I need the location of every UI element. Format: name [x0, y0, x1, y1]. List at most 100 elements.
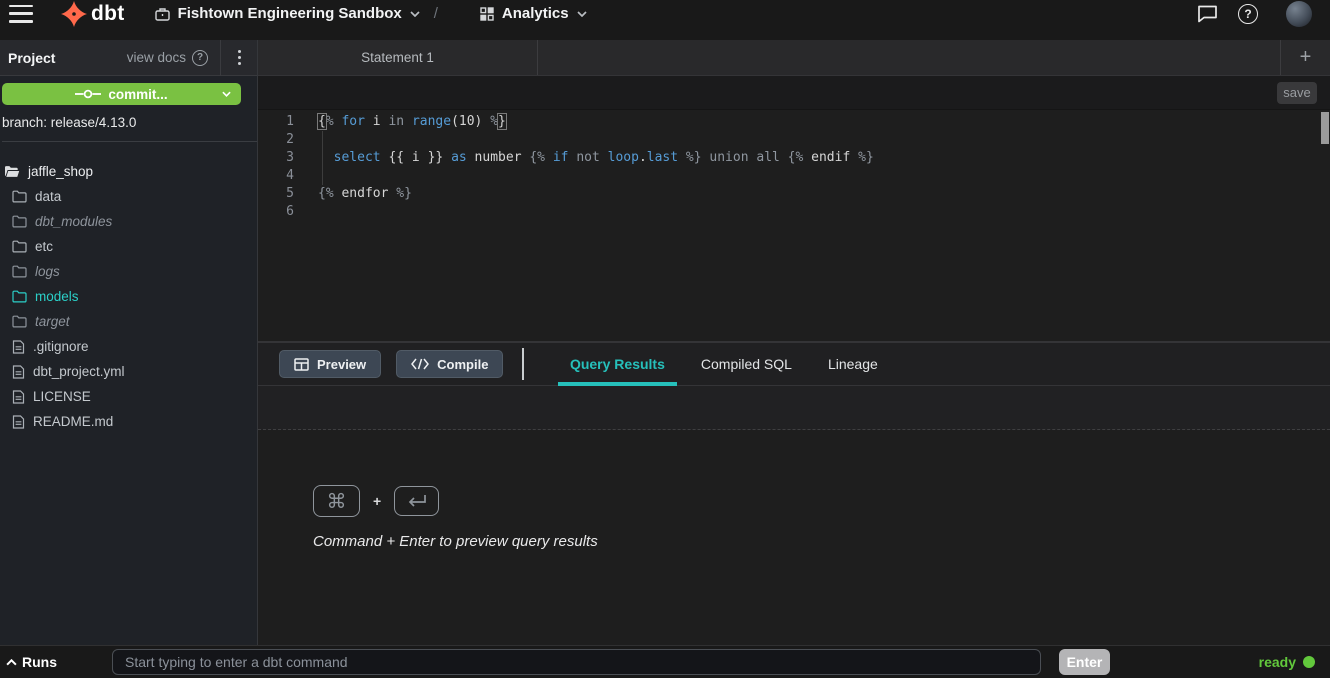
- sidebar-item-models[interactable]: models: [0, 284, 257, 309]
- code-line-6[interactable]: [318, 203, 874, 221]
- sidebar-item-jaffle-shop[interactable]: jaffle_shop: [0, 159, 257, 184]
- file-tree: jaffle_shopdata dbt_modulesetc logs models t…: [0, 159, 257, 434]
- tab-query-results[interactable]: Query Results: [558, 343, 677, 385]
- dbt-logo: dbt: [61, 1, 125, 27]
- shortcut-hint-text: Command + Enter to preview query results: [313, 533, 598, 550]
- view-docs-help-icon: ?: [192, 50, 208, 66]
- shortcut-hint: ⌘ + Command + Enter to preview query res…: [313, 485, 598, 550]
- file-icon: [12, 415, 25, 429]
- sidebar-item-gitignore[interactable]: .gitignore: [0, 334, 257, 359]
- account-switcher[interactable]: Fishtown Engineering Sandbox: [155, 5, 420, 22]
- toolbar-divider: [522, 348, 524, 380]
- tab-statement-1[interactable]: Statement 1: [258, 40, 538, 75]
- line-number-gutter: 123456: [258, 110, 294, 341]
- code-brackets-icon: [411, 358, 429, 370]
- branch-label: branch: release/4.13.0: [2, 115, 257, 142]
- line-number: 3: [258, 149, 294, 167]
- help-icon[interactable]: ?: [1238, 4, 1258, 24]
- preview-button[interactable]: Preview: [279, 350, 381, 378]
- plus-separator: +: [373, 493, 381, 509]
- results-tabs: Query Results Compiled SQL Lineage: [552, 343, 896, 385]
- code-line-5[interactable]: {% endfor %}: [318, 185, 874, 203]
- kebab-menu-icon[interactable]: [221, 50, 257, 65]
- project-switcher[interactable]: Analytics: [480, 5, 587, 22]
- sidebar-item-dbt-modules[interactable]: dbt_modules: [0, 209, 257, 234]
- runs-toggle[interactable]: Runs: [6, 654, 57, 670]
- indent-guide: [322, 131, 323, 185]
- code-content[interactable]: {% for i in range(10) %} select {{ i }} …: [294, 110, 874, 341]
- user-avatar[interactable]: [1286, 1, 1312, 27]
- sidebar-item-etc[interactable]: etc: [0, 234, 257, 259]
- tree-item-label: logs: [35, 264, 60, 279]
- tree-item-label: etc: [35, 239, 53, 254]
- dbt-command-input[interactable]: [112, 649, 1041, 675]
- sidebar-item-license[interactable]: LICENSE: [0, 384, 257, 409]
- tree-item-label: jaffle_shop: [28, 164, 93, 179]
- sidebar-item-dbt-project-yml[interactable]: dbt_project.yml: [0, 359, 257, 384]
- file-sidebar: Project view docs ? commit... branch: re…: [0, 40, 258, 645]
- compile-label: Compile: [437, 357, 488, 372]
- chevron-down-icon: [577, 11, 587, 17]
- line-number: 5: [258, 185, 294, 203]
- editor-area: Statement 1 + save 123456 {% for i in ra…: [258, 40, 1330, 645]
- enter-button[interactable]: Enter: [1059, 649, 1110, 675]
- view-docs-link[interactable]: view docs ?: [127, 50, 220, 66]
- sidebar-item-target[interactable]: target: [0, 309, 257, 334]
- folder-icon: [12, 265, 27, 278]
- status-label: ready: [1259, 654, 1296, 670]
- code-editor[interactable]: 123456 {% for i in range(10) %} select {…: [258, 110, 1330, 341]
- line-number: 1: [258, 113, 294, 131]
- compile-button[interactable]: Compile: [396, 350, 503, 378]
- tree-item-label: dbt_project.yml: [33, 364, 125, 379]
- dbt-logo-icon: [61, 1, 87, 27]
- tree-item-label: README.md: [33, 414, 113, 429]
- new-tab-button[interactable]: +: [1280, 40, 1330, 75]
- commit-label: commit...: [108, 87, 167, 102]
- folder-icon: [12, 215, 27, 228]
- tab-lineage[interactable]: Lineage: [816, 343, 890, 385]
- sidebar-item-data[interactable]: data: [0, 184, 257, 209]
- tree-item-label: dbt_modules: [35, 214, 112, 229]
- chevron-down-icon: [410, 11, 420, 17]
- chat-icon[interactable]: [1197, 4, 1218, 23]
- chevron-down-icon: [222, 91, 231, 97]
- hamburger-menu-icon[interactable]: [9, 5, 33, 23]
- project-name: Analytics: [502, 5, 569, 22]
- line-number: 4: [258, 167, 294, 185]
- editor-scrollbar[interactable]: [1321, 112, 1329, 144]
- connection-status: ready: [1259, 654, 1315, 670]
- runs-label: Runs: [22, 654, 57, 670]
- enter-key-icon: [394, 486, 439, 516]
- status-bar: Runs Enter ready: [0, 645, 1330, 678]
- line-number: 2: [258, 131, 294, 149]
- file-icon: [12, 365, 25, 379]
- file-icon: [12, 390, 25, 404]
- folder-icon: [12, 190, 27, 203]
- breadcrumb-separator: /: [434, 5, 438, 22]
- tree-item-label: LICENSE: [33, 389, 91, 404]
- code-line-4[interactable]: [318, 167, 874, 185]
- sidebar-item-readme-md[interactable]: README.md: [0, 409, 257, 434]
- tree-item-label: .gitignore: [33, 339, 89, 354]
- logo-text: dbt: [91, 2, 125, 26]
- commit-button[interactable]: commit...: [2, 83, 241, 105]
- code-line-3[interactable]: select {{ i }} as number {% if not loop.…: [318, 149, 874, 167]
- table-icon: [294, 358, 309, 371]
- save-button[interactable]: save: [1277, 82, 1317, 104]
- preview-label: Preview: [317, 357, 366, 372]
- tab-compiled-sql[interactable]: Compiled SQL: [689, 343, 804, 385]
- grid-icon: [480, 7, 494, 21]
- code-line-1[interactable]: {% for i in range(10) %}: [318, 113, 874, 131]
- tree-item-label: models: [35, 289, 79, 304]
- sidebar-header: Project view docs ?: [0, 40, 257, 76]
- code-line-2[interactable]: [318, 131, 874, 149]
- folder-icon: [12, 315, 27, 328]
- results-panel: ⌘ + Command + Enter to preview query res…: [258, 430, 1330, 645]
- chevron-up-icon: [6, 659, 17, 666]
- dbt-ide-app: dbt Fishtown Engineering Sandbox / Analy…: [0, 0, 1330, 678]
- sidebar-item-logs[interactable]: logs: [0, 259, 257, 284]
- briefcase-icon: [155, 7, 170, 21]
- account-name: Fishtown Engineering Sandbox: [178, 5, 402, 22]
- folder-icon: [12, 290, 27, 303]
- status-dot-icon: [1303, 656, 1315, 668]
